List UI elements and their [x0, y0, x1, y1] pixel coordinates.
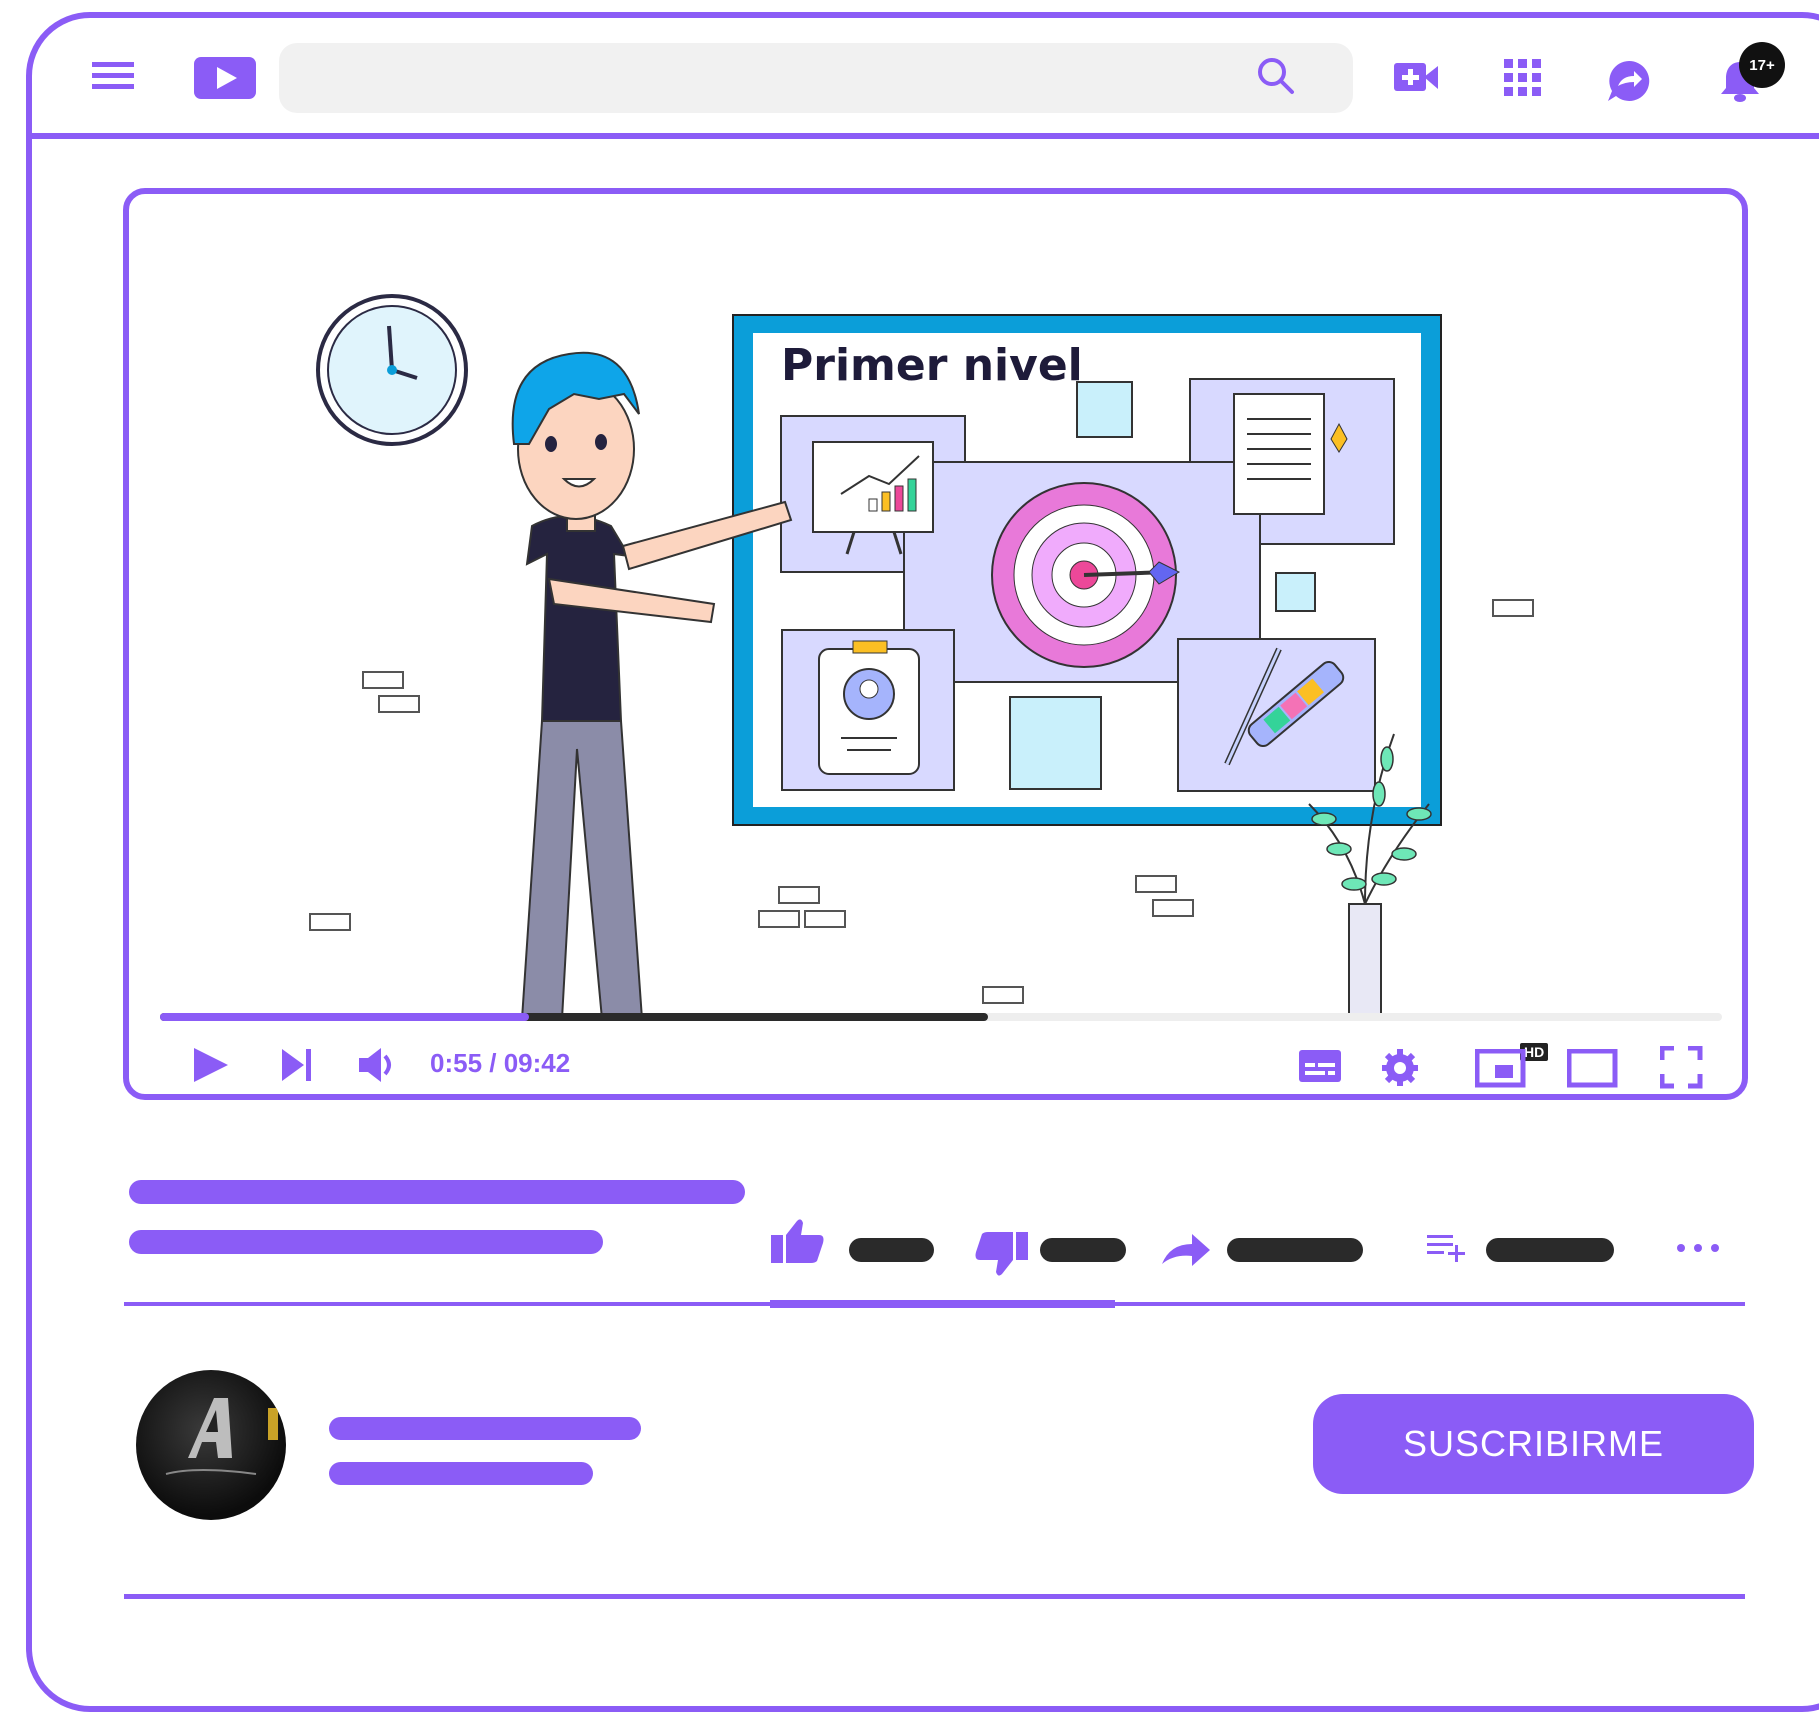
- wall-clock: [316, 294, 468, 446]
- fullscreen-icon[interactable]: [1660, 1046, 1704, 1090]
- next-icon[interactable]: [280, 1047, 314, 1083]
- progress-bar[interactable]: [160, 1013, 1722, 1021]
- search-icon[interactable]: [1256, 56, 1296, 96]
- dislike-icon[interactable]: [974, 1230, 1028, 1278]
- video-player[interactable]: Primer nivel 0:55 / 09:42 HD: [123, 188, 1748, 1100]
- presentation-board: [732, 314, 1442, 826]
- create-video-icon[interactable]: [1394, 61, 1440, 95]
- share-label-placeholder: [1227, 1238, 1363, 1262]
- menu-icon[interactable]: [92, 60, 138, 92]
- volume-icon[interactable]: [357, 1047, 397, 1083]
- save-label-placeholder: [1486, 1238, 1614, 1262]
- channel-avatar[interactable]: [136, 1370, 286, 1520]
- video-frame-illustration: Primer nivel: [309, 294, 1534, 1020]
- like-icon[interactable]: [771, 1217, 825, 1265]
- like-count-placeholder: [849, 1238, 934, 1262]
- logo-play-icon[interactable]: [194, 57, 256, 99]
- slide-title: Primer nivel: [781, 340, 1083, 391]
- channel-logo: [165, 1398, 278, 1475]
- video-title-placeholder: [129, 1180, 745, 1204]
- messages-icon[interactable]: [1606, 58, 1652, 104]
- sentiment-bar: [770, 1300, 1115, 1308]
- channel-name-placeholder: [329, 1417, 641, 1440]
- subtitles-icon[interactable]: [1299, 1050, 1343, 1084]
- notification-badge: 17+: [1739, 42, 1785, 88]
- subscriber-count-placeholder: [329, 1462, 593, 1485]
- dislike-count-placeholder: [1040, 1238, 1126, 1262]
- top-bar-divider: [32, 133, 1819, 139]
- save-playlist-icon[interactable]: [1427, 1233, 1469, 1263]
- video-meta-placeholder: [129, 1230, 603, 1254]
- subscribe-button[interactable]: SUSCRIBIRME: [1313, 1394, 1754, 1494]
- progress-played: [160, 1013, 529, 1021]
- play-icon[interactable]: [192, 1046, 232, 1086]
- share-icon[interactable]: [1160, 1230, 1212, 1270]
- settings-icon[interactable]: [1382, 1046, 1422, 1086]
- apps-grid-icon[interactable]: [1504, 59, 1544, 99]
- more-icon[interactable]: [1676, 1242, 1722, 1254]
- channel-divider: [124, 1594, 1745, 1599]
- theater-mode-icon[interactable]: [1567, 1049, 1619, 1089]
- search-input[interactable]: [279, 43, 1353, 113]
- time-display: 0:55 / 09:42: [430, 1048, 571, 1078]
- miniplayer-icon[interactable]: [1475, 1049, 1527, 1089]
